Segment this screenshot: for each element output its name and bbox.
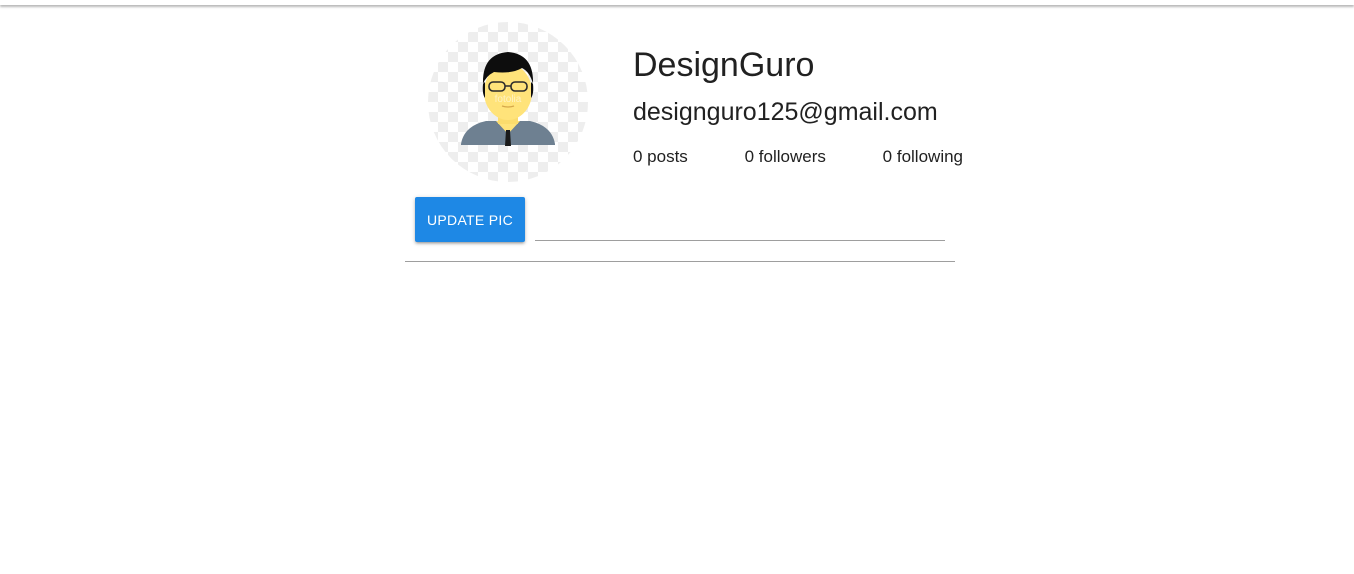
profile-avatar: fotolia <box>428 22 588 182</box>
following-count: 0 following <box>882 147 963 166</box>
user-avatar-icon: fotolia <box>461 52 555 146</box>
posts-count: 0 posts <box>633 147 688 166</box>
followers-count: 0 followers <box>744 147 826 166</box>
update-pic-button[interactable]: UPDATE PIC <box>415 197 525 242</box>
file-path-input[interactable] <box>535 210 945 241</box>
profile-stats: 0 posts 0 followers 0 following <box>633 146 963 168</box>
profile-username: DesignGuro <box>633 46 815 84</box>
profile-divider <box>405 261 955 262</box>
profile-email: designguro125@gmail.com <box>633 98 938 126</box>
profile-header: fotolia DesignGuro designguro125@gmail.c… <box>405 0 963 262</box>
avatar-watermark: fotolia <box>495 94 522 105</box>
